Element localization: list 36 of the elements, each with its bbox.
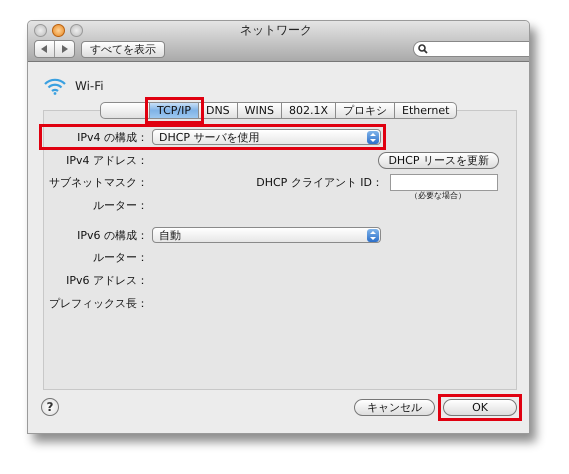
field-label: サブネットマスク：: [48, 175, 149, 190]
tab[interactable]: プロキシ: [336, 102, 396, 119]
field-label: IPv6 の構成：: [76, 228, 149, 243]
dialog-button[interactable]: キャンセル: [354, 398, 435, 416]
field-hint: （必要な場合）: [410, 190, 466, 202]
client-id-label: DHCP クライアント ID：: [256, 175, 384, 190]
field-label: ルーター：: [92, 250, 149, 266]
stepper-arrows-icon: [367, 228, 379, 242]
search-field[interactable]: [413, 41, 529, 57]
dialog-button[interactable]: OK: [443, 398, 517, 416]
tab[interactable]: WINS: [238, 102, 282, 119]
tab[interactable]: TCP/IP: [150, 102, 199, 119]
field-label: ルーター：: [92, 198, 149, 213]
field-label: IPv4 アドレス：: [65, 152, 149, 168]
window-title: ネットワーク: [239, 22, 313, 38]
tab[interactable]: Ethernet: [395, 102, 458, 119]
minimize-button[interactable]: [52, 24, 65, 36]
show-all-button[interactable]: すべてを表示: [81, 40, 165, 58]
back-forward-control[interactable]: [34, 40, 75, 58]
tab[interactable]: DNS: [198, 102, 238, 119]
popup-menu[interactable]: DHCP サーバを使用: [152, 129, 381, 146]
popup-menu[interactable]: 自動: [152, 227, 381, 244]
wifi-icon: [43, 77, 67, 95]
tab[interactable]: 802.1X: [282, 102, 336, 119]
tab-bar-segment: [100, 102, 150, 119]
field-label: プレフィックス長：: [48, 296, 149, 311]
client-id-field[interactable]: [390, 174, 498, 192]
renew-lease-button[interactable]: DHCP リースを更新: [378, 152, 499, 169]
field-label: IPv4 の構成：: [76, 130, 149, 145]
close-button[interactable]: [34, 24, 47, 36]
field-label: IPv6 アドレス：: [65, 272, 149, 288]
stepper-arrows-icon: [367, 130, 379, 144]
network-name: Wi-Fi: [75, 79, 104, 93]
zoom-button[interactable]: [70, 24, 83, 36]
help-button[interactable]: ?: [41, 398, 59, 416]
search-icon: [418, 44, 428, 54]
